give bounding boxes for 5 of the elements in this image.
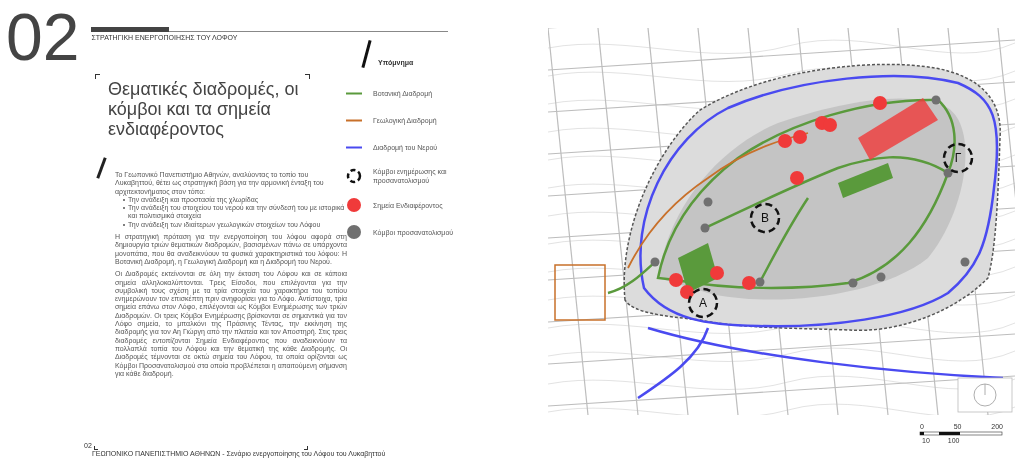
chapter-number: 02 <box>6 2 80 72</box>
info-node-marker: Α <box>687 287 719 319</box>
page-title: Θεματικές διαδρομές, οι κόμβοι και τα σημεία ενδιαφέροντος <box>108 79 300 139</box>
info-node-marker: Γ <box>942 142 974 174</box>
info-node-marker: Β <box>749 202 781 234</box>
